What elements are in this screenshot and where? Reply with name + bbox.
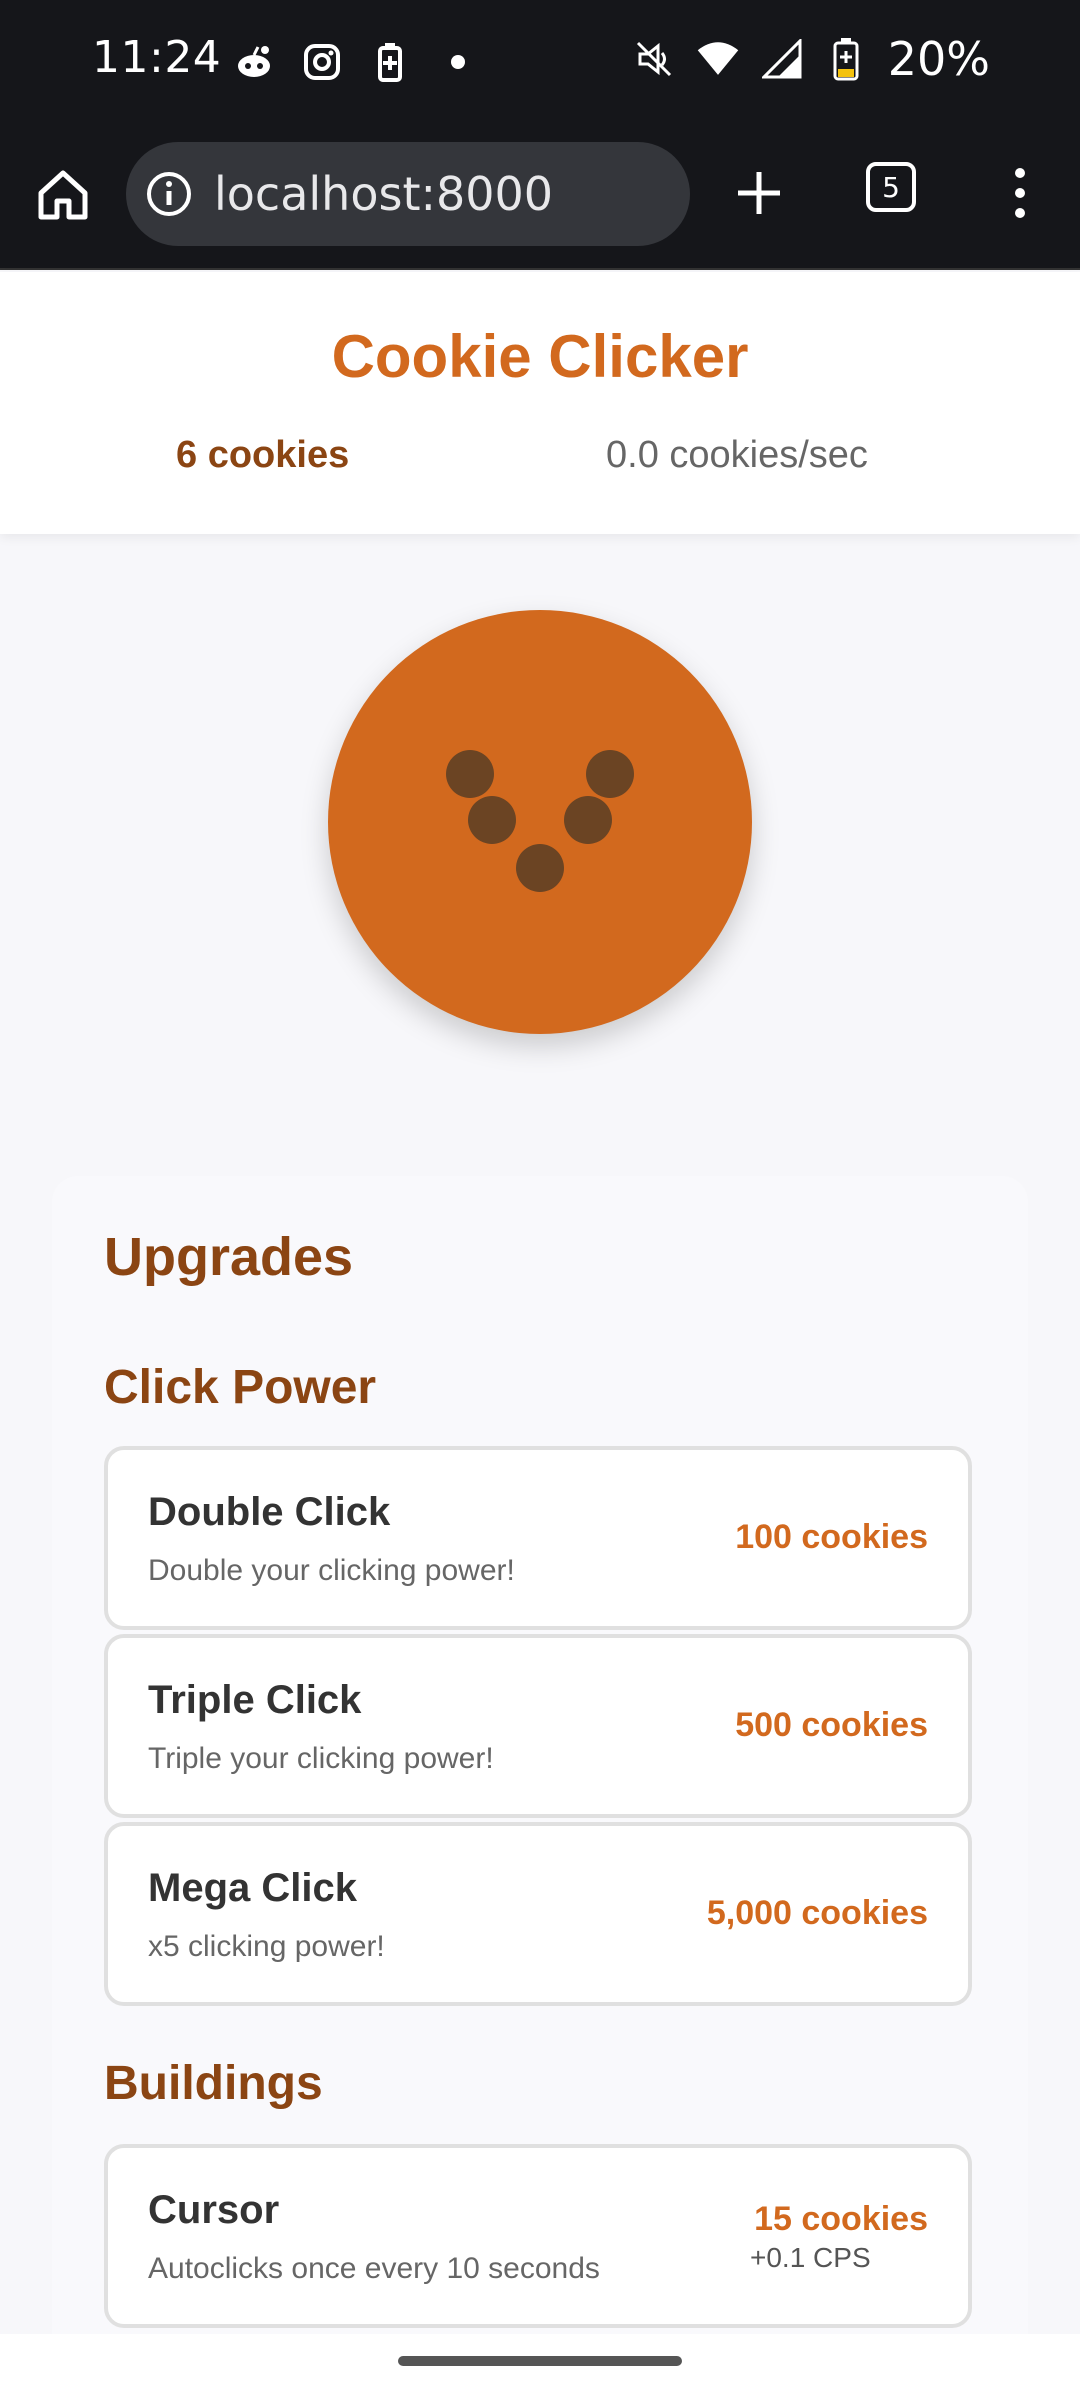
tab-switcher-button[interactable]: 5 <box>866 162 916 212</box>
more-menu-icon[interactable] <box>1000 160 1040 226</box>
click-power-title: Click Power <box>104 1361 377 1414</box>
battery-saver-icon <box>368 40 412 84</box>
upgrade-price: 5,000 cookies <box>706 1894 928 1932</box>
big-cookie-button[interactable] <box>328 610 752 1034</box>
upgrade-card-mega-click[interactable]: Mega Click x5 clicking power! 5,000 cook… <box>104 1822 972 2006</box>
chocolate-chip <box>446 750 494 798</box>
cookie-count: 6 cookies <box>176 434 350 476</box>
upgrades-title: Upgrades <box>104 1227 354 1287</box>
chocolate-chip <box>586 750 634 798</box>
battery-percent: 20% <box>887 32 990 86</box>
upgrade-price: 100 cookies <box>735 1518 928 1556</box>
info-icon[interactable] <box>144 169 194 219</box>
gesture-nav-bar <box>0 2334 1080 2400</box>
status-time: 11:24 <box>92 32 222 83</box>
upgrade-price: 500 cookies <box>735 1706 928 1744</box>
cookies-per-second: 0.0 cookies/sec <box>606 434 868 476</box>
address-bar[interactable]: localhost:8000 <box>126 142 690 246</box>
signal-icon <box>760 37 804 81</box>
status-bar: 11:24 20% <box>0 0 1080 122</box>
home-icon <box>38 170 88 220</box>
mute-icon <box>632 37 676 81</box>
instagram-icon <box>300 40 344 84</box>
upgrade-card-triple-click[interactable]: Triple Click Triple your clicking power!… <box>104 1634 972 1818</box>
buildings-title: Buildings <box>104 2057 323 2110</box>
chocolate-chip <box>468 796 516 844</box>
wifi-icon <box>696 37 740 81</box>
building-cps: +0.1 CPS <box>750 2242 871 2273</box>
building-price: 15 cookies <box>754 2200 928 2238</box>
building-name: Cursor <box>148 2188 280 2232</box>
home-button[interactable] <box>30 162 96 228</box>
dot-icon <box>436 40 480 84</box>
game-header: Cookie Clicker 6 cookies 0.0 cookies/sec <box>0 272 1080 534</box>
upgrades-panel: Upgrades Click Power Double Click Double… <box>52 1176 1028 2400</box>
new-tab-button[interactable] <box>726 160 792 226</box>
chocolate-chip <box>516 844 564 892</box>
home-gesture-handle[interactable] <box>398 2356 682 2366</box>
upgrade-name: Double Click <box>148 1490 391 1534</box>
upgrade-description: Triple your clicking power! <box>148 1742 494 1775</box>
upgrade-name: Mega Click <box>148 1866 357 1910</box>
upgrade-description: x5 clicking power! <box>148 1930 385 1963</box>
battery-icon <box>824 37 868 81</box>
building-description: Autoclicks once every 10 seconds <box>148 2252 600 2285</box>
plus-icon <box>738 172 780 214</box>
upgrade-card-double-click[interactable]: Double Click Double your clicking power!… <box>104 1446 972 1630</box>
url-text[interactable]: localhost:8000 <box>214 167 553 221</box>
reddit-icon <box>232 40 276 84</box>
browser-toolbar: localhost:8000 5 <box>0 122 1080 270</box>
page-title: Cookie Clicker <box>331 323 749 390</box>
upgrade-description: Double your clicking power! <box>148 1554 515 1587</box>
upgrade-name: Triple Click <box>148 1678 362 1722</box>
building-card-cursor[interactable]: Cursor Autoclicks once every 10 seconds … <box>104 2144 972 2328</box>
chocolate-chip <box>564 796 612 844</box>
